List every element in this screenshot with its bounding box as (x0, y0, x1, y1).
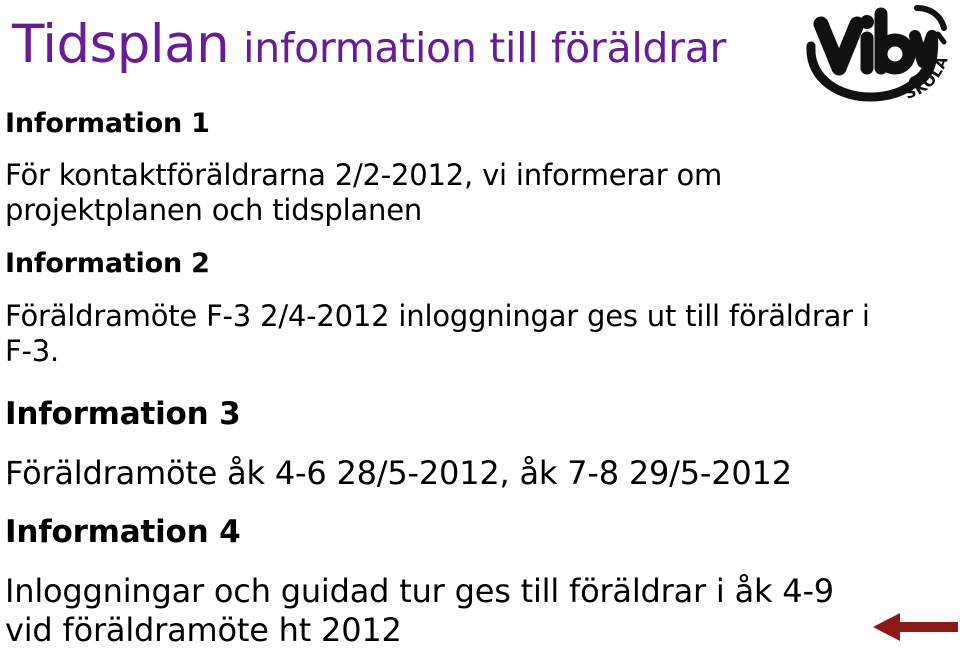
page-title-main: Tidsplan (12, 14, 230, 75)
section-body-line: Inloggningar och guidad tur ges till för… (5, 572, 834, 610)
section-body-line: Föräldramöte F-3 2/4-2012 inloggningar g… (5, 299, 870, 333)
section-body-information-4: Inloggningar och guidad tur ges till för… (5, 572, 834, 650)
viby-skolan-logo: SKOLAN (790, 0, 957, 103)
section-body-line: projektplanen och tidsplanen (5, 193, 423, 228)
slide-canvas: Tidsplan information till föräldrar SKOL… (0, 0, 960, 654)
section-body-line: vid föräldramöte ht 2012 (5, 611, 402, 650)
page-title-subtitle: information till föräldrar (243, 24, 727, 72)
section-body-line: För kontaktföräldrarna 2/2-2012, vi info… (5, 158, 723, 192)
page-title: Tidsplan information till föräldrar (12, 18, 726, 71)
section-body-line: F-3. (5, 334, 60, 369)
section-heading-information-3: Information 3 (5, 396, 241, 432)
section-body-line: Föräldramöte åk 4-6 28/5-2012, åk 7-8 29… (5, 454, 792, 492)
section-heading-information-4: Information 4 (5, 514, 241, 550)
section-body-information-3: Föräldramöte åk 4-6 28/5-2012, åk 7-8 29… (5, 454, 792, 493)
section-heading-information-1: Information 1 (5, 108, 210, 139)
section-heading-information-2: Information 2 (5, 248, 210, 279)
section-body-information-2: Föräldramöte F-3 2/4-2012 inloggningar g… (5, 299, 870, 370)
left-arrow-icon (872, 612, 958, 642)
section-body-information-1: För kontaktföräldrarna 2/2-2012, vi info… (5, 158, 722, 229)
